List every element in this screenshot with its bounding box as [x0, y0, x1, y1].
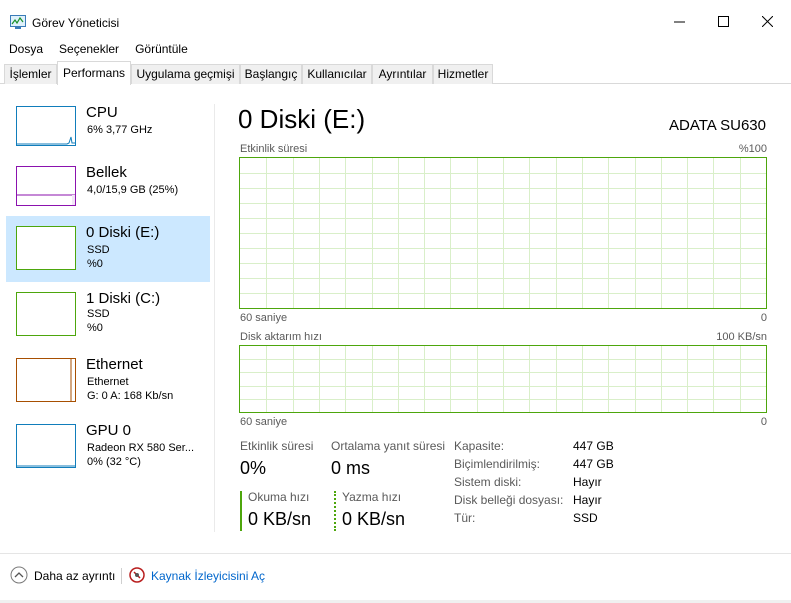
resource-detail: Ethernet	[87, 376, 129, 388]
resource-name: 0 Diski (E:)	[86, 224, 160, 241]
capacity-label: Kapasite:	[454, 439, 505, 453]
formatted-value: 447 GB	[573, 457, 614, 471]
tab-bar: İşlemler Performans Uygulama geçmişi Baş…	[0, 61, 791, 85]
gpu-thumbnail-graph	[16, 424, 76, 468]
resource-gpu[interactable]: GPU 0 Radeon RX 580 Ser... 0% (32 °C)	[6, 418, 210, 484]
resource-detail: Radeon RX 580 Ser...	[87, 442, 195, 454]
tab-app-history[interactable]: Uygulama geçmişi	[131, 64, 240, 84]
active-time-graph-xaxis-right: 0	[760, 312, 767, 324]
resource-name: 1 Diski (C:)	[86, 290, 161, 307]
fewer-details-label: Daha az ayrıntı	[34, 569, 116, 583]
tab-performance[interactable]: Performans	[57, 61, 131, 85]
read-speed-value: 0 KB/sn	[248, 509, 312, 529]
resource-disk-1[interactable]: 1 Diski (C:) SSD %0	[6, 286, 210, 352]
resource-name: Bellek	[86, 164, 127, 181]
tab-services[interactable]: Hizmetler	[433, 64, 493, 84]
type-value: SSD	[573, 511, 598, 525]
tab-details[interactable]: Ayrıntılar	[372, 64, 433, 84]
write-speed-label: Yazma hızı	[342, 490, 402, 504]
resource-usage: G: 0 A: 168 Kb/sn	[87, 390, 174, 402]
transfer-rate-graph	[239, 345, 767, 413]
tab-users[interactable]: Kullanıcılar	[302, 64, 372, 84]
memory-thumbnail-graph	[16, 166, 76, 206]
resource-usage: 0% (32 °C)	[87, 456, 141, 468]
resource-disk-0[interactable]: 0 Diski (E:) SSD %0	[6, 216, 210, 282]
resource-monitor-label: Kaynak İzleyicisini Aç	[151, 569, 266, 583]
resource-detail: 4,0/15,9 GB (25%)	[87, 184, 179, 196]
resource-monitor-icon	[129, 566, 145, 586]
avg-response-value: 0 ms	[331, 458, 371, 478]
transfer-rate-graph-max: 100 KB/sn	[716, 331, 767, 343]
close-icon	[761, 15, 773, 30]
transfer-rate-graph-xaxis-left: 60 saniye	[240, 416, 288, 428]
active-time-graph	[239, 157, 767, 309]
transfer-rate-graph-xaxis-right: 0	[760, 416, 767, 428]
active-time-value: 0%	[240, 458, 267, 478]
transfer-rate-graph-label: Disk aktarım hızı	[240, 331, 322, 343]
resource-usage: %0	[87, 322, 103, 334]
maximize-button[interactable]	[700, 8, 746, 38]
capacity-value: 447 GB	[573, 439, 614, 453]
page-title: 0 Diski (E:)	[238, 104, 366, 134]
read-speed-indicator	[240, 491, 242, 531]
fewer-details-button[interactable]: Daha az ayrıntı	[10, 566, 115, 586]
active-time-graph-xaxis-left: 60 saniye	[240, 312, 288, 324]
resource-detail: SSD	[87, 244, 110, 256]
resource-cpu[interactable]: CPU 6% 3,77 GHz	[6, 100, 210, 166]
active-time-graph-max: %100	[738, 143, 767, 155]
active-time-label: Etkinlik süresi	[240, 439, 314, 453]
title-bar: Görev Yöneticisi	[0, 0, 791, 40]
window-title: Görev Yöneticisi	[32, 16, 120, 30]
footer-separator	[121, 568, 122, 584]
ethernet-thumbnail-graph	[16, 358, 76, 402]
menu-options[interactable]: Seçenekler	[50, 40, 126, 60]
page-file-value: Hayır	[573, 493, 602, 507]
type-label: Tür:	[454, 511, 476, 525]
disk-model: ADATA SU630	[669, 117, 766, 134]
resource-name: CPU	[86, 104, 118, 121]
resource-usage: %0	[87, 258, 103, 270]
chevron-up-circle-icon	[10, 566, 28, 587]
read-speed-label: Okuma hızı	[248, 490, 310, 504]
task-manager-icon	[10, 15, 26, 29]
minimize-button[interactable]	[656, 8, 702, 38]
active-time-graph-label: Etkinlik süresi	[240, 143, 308, 155]
disk1-thumbnail-graph	[16, 292, 76, 336]
footer-divider-line	[0, 553, 791, 554]
resource-ethernet[interactable]: Ethernet Ethernet G: 0 A: 168 Kb/sn	[6, 352, 210, 418]
resource-name: GPU 0	[86, 422, 132, 439]
formatted-label: Biçimlendirilmiş:	[454, 457, 541, 471]
menu-bar: Dosya Seçenekler Görüntüle	[0, 40, 791, 60]
write-speed-value: 0 KB/sn	[342, 509, 406, 529]
resource-detail: 6% 3,77 GHz	[87, 124, 153, 136]
tab-startup[interactable]: Başlangıç	[240, 64, 302, 84]
maximize-icon	[717, 16, 729, 30]
resource-detail: SSD	[87, 308, 110, 320]
write-speed-indicator	[334, 491, 336, 531]
resource-name: Ethernet	[86, 356, 143, 373]
menu-file[interactable]: Dosya	[0, 40, 50, 60]
minimize-icon	[673, 16, 685, 30]
page-file-label: Disk belleği dosyası:	[454, 493, 564, 507]
close-button[interactable]	[744, 8, 790, 38]
open-resource-monitor-link[interactable]: Kaynak İzleyicisini Aç	[129, 566, 265, 586]
menu-view[interactable]: Görüntüle	[126, 40, 195, 60]
disk0-thumbnail-graph	[16, 226, 76, 270]
system-disk-value: Hayır	[573, 475, 602, 489]
avg-response-label: Ortalama yanıt süresi	[331, 439, 446, 453]
tab-processes[interactable]: İşlemler	[4, 64, 57, 84]
panel-divider	[214, 104, 215, 532]
cpu-thumbnail-graph	[16, 106, 76, 146]
system-disk-label: Sistem diski:	[454, 475, 522, 489]
